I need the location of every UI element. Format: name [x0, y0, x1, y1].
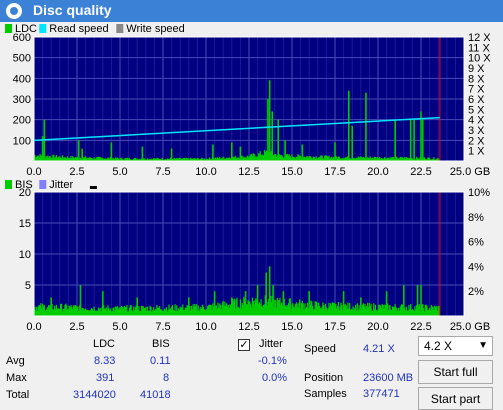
- x-tick-label: 5.0: [112, 321, 127, 332]
- y-tick-label-left: 100: [13, 135, 31, 147]
- x-tick-label: 2.5: [69, 166, 84, 177]
- x-tick-label: 2.5: [69, 321, 84, 332]
- y-tick-label-right: 4%: [468, 261, 484, 273]
- x-tick-label: 10.0: [195, 166, 216, 177]
- ldc-avg-value: 8.33: [94, 355, 116, 367]
- legend-swatch: [39, 180, 47, 189]
- x-tick-label: 15.0: [281, 166, 302, 177]
- legend-swatch: [116, 24, 124, 33]
- speed-value: 4.21 X: [363, 343, 395, 355]
- legend-swatch: [5, 24, 12, 33]
- x-tick-label: 20.0: [367, 166, 388, 177]
- y-tick-label-left: 500: [13, 53, 31, 65]
- stats-total-label: Total: [6, 389, 30, 401]
- x-tick-label: 5.0: [112, 166, 127, 177]
- speed-select-value: 4.2 X: [424, 339, 453, 353]
- legend-label: Read speed: [49, 23, 108, 35]
- x-tick-label: 17.5: [324, 321, 345, 332]
- title-bar: Disc quality: [0, 0, 503, 22]
- y-tick-label-right: 1 X: [468, 146, 485, 158]
- stats-avg-label: Avg: [6, 355, 25, 367]
- jitter-label: Jitter: [259, 338, 283, 350]
- stats-header-bis: BIS: [152, 338, 170, 350]
- bis-total-value: 41018: [140, 389, 171, 401]
- y-tick-label-right: 6%: [468, 237, 484, 249]
- legend-label: Jitter: [49, 179, 73, 191]
- y-tick-label-left: 5: [25, 280, 31, 292]
- x-tick-label: 25.0 GB: [450, 166, 490, 177]
- x-tick-label: 17.5: [324, 166, 345, 177]
- x-tick-label: 12.5: [238, 166, 259, 177]
- y-tick-label-left: 200: [13, 115, 31, 127]
- y-tick-label-left: 10: [19, 249, 31, 261]
- window-title: Disc quality: [33, 2, 112, 18]
- legend-marker: [89, 186, 97, 189]
- jitter-avg-value: -0.1%: [258, 355, 287, 367]
- legend-label: Write speed: [126, 23, 185, 35]
- jitter-max-value: 0.0%: [262, 372, 288, 384]
- samples-label: Samples: [304, 388, 347, 400]
- y-tick-label-right: 2%: [468, 286, 484, 298]
- y-tick-label-left: 600: [13, 32, 31, 44]
- ldc-chart: LDC Read speed Write speed0.0 2.5 5.0 7.5 10.0…: [5, 23, 491, 177]
- bis-chart: BIS Jitter0.0 2.5 5.0 7.5 10.0 12.5 15.0 17.5 20.…: [5, 179, 490, 332]
- y-tick-label-left: 400: [13, 73, 31, 85]
- x-tick-label: 20.0: [367, 321, 388, 332]
- speed-select[interactable]: 4.2 X ▼: [418, 336, 493, 356]
- y-tick-label-left: 20: [19, 187, 31, 199]
- start-full-button[interactable]: Start full: [418, 360, 493, 384]
- y-tick-label-left: 300: [13, 94, 31, 106]
- position-value: 23600 MB: [363, 372, 414, 384]
- x-tick-label: 7.5: [155, 321, 170, 332]
- x-tick-label: 7.5: [155, 166, 170, 177]
- x-tick-label: 22.5: [410, 321, 431, 332]
- ldc-max-value: 391: [96, 372, 115, 384]
- legend-swatch: [39, 24, 47, 33]
- disc-icon: [6, 3, 22, 19]
- x-tick-label: 22.5: [410, 166, 431, 177]
- jitter-checkbox[interactable]: ✓: [238, 339, 250, 351]
- samples-value: 377471: [363, 388, 400, 400]
- y-tick-label-right: 8%: [468, 212, 484, 224]
- x-tick-label: 25.0 GB: [450, 321, 490, 332]
- x-tick-label: 12.5: [238, 321, 259, 332]
- bis-avg-value: 0.11: [150, 355, 171, 367]
- chevron-down-icon: ▼: [478, 340, 488, 351]
- stats-max-label: Max: [6, 372, 27, 384]
- bis-max-value: 8: [163, 372, 170, 384]
- y-tick-label-right: 10%: [468, 187, 490, 199]
- legend-swatch: [5, 180, 12, 189]
- y-tick-label-left: 15: [19, 218, 31, 230]
- x-tick-label: 0.0: [26, 321, 41, 332]
- speed-label: Speed: [304, 343, 336, 355]
- x-tick-label: 0.0: [26, 166, 41, 177]
- ldc-total-value: 3144020: [73, 389, 116, 401]
- start-part-button[interactable]: Start part: [418, 387, 493, 410]
- position-label: Position: [304, 372, 344, 384]
- x-tick-label: 15.0: [281, 321, 302, 332]
- stats-header-ldc: LDC: [93, 338, 116, 350]
- x-tick-label: 10.0: [195, 321, 216, 332]
